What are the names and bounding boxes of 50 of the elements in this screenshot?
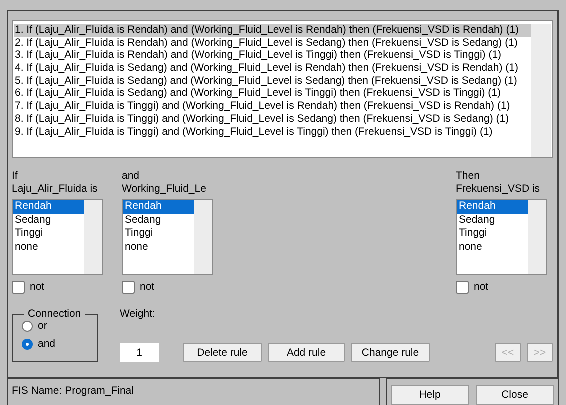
rule-button[interactable]: Add rule <box>268 343 345 362</box>
column-heading: and <box>122 170 141 183</box>
list-item[interactable]: Sedang <box>457 214 528 227</box>
radio-button[interactable] <box>22 321 33 332</box>
weight-label: Weight: <box>120 308 156 321</box>
scrollbar-track[interactable] <box>531 24 551 157</box>
list-item[interactable]: Tinggi <box>123 227 194 240</box>
not-label: not <box>140 281 155 294</box>
list-item[interactable]: Sedang <box>13 214 84 227</box>
footer-button[interactable]: Help <box>391 385 469 405</box>
rule-item[interactable]: 8. If (Laju_Alir_Fluida is Tinggi) and (Working_Fluid_Level is Sedang) then (Frekuensi_VSD is Sedang) (1) <box>14 112 531 126</box>
list-item[interactable]: none <box>13 240 84 254</box>
weight-field[interactable]: 1 <box>120 343 159 362</box>
column-heading: If <box>12 170 19 183</box>
list-item[interactable]: Rendah <box>13 200 84 214</box>
column-heading: Then <box>456 170 481 183</box>
list-item[interactable]: Tinggi <box>13 227 84 240</box>
rule-button[interactable]: Delete rule <box>183 343 262 362</box>
group-title: Connection <box>27 308 82 320</box>
radio-label: and <box>38 338 56 351</box>
list-item[interactable]: none <box>457 240 528 254</box>
footer-button[interactable]: Close <box>476 385 554 405</box>
not-checkbox[interactable] <box>456 281 469 294</box>
not-label: not <box>30 281 45 294</box>
radio-button[interactable] <box>22 339 33 350</box>
list-item[interactable]: Tinggi <box>457 227 528 240</box>
scrollbar-track[interactable] <box>84 200 102 274</box>
list-item[interactable]: none <box>123 240 194 254</box>
variable-label: Working_Fluid_Le <box>122 183 208 196</box>
not-checkbox[interactable] <box>12 281 25 294</box>
rule-item[interactable]: 9. If (Laju_Alir_Fluida is Tinggi) and (Working_Fluid_Level is Tinggi) then (Frekuensi_VSD is Tinggi) (1) <box>14 126 531 138</box>
rule-button[interactable]: Change rule <box>351 343 430 362</box>
rule-item[interactable]: 6. If (Laju_Alir_Fluida is Sedang) and (Working_Fluid_Level is Tinggi) then (Frekuensi_VSD is Tinggi) (1) <box>14 87 531 100</box>
not-checkbox[interactable] <box>122 281 135 294</box>
not-label: not <box>474 281 489 294</box>
list-item[interactable]: Sedang <box>123 214 194 227</box>
scrollbar-track[interactable] <box>528 200 546 274</box>
radio-label: or <box>38 320 48 333</box>
rule-item[interactable]: 5. If (Laju_Alir_Fluida is Sedang) and (Working_Fluid_Level is Sedang) then (Frekuensi_VSD is Sedang) (1) <box>14 74 531 88</box>
variable-label: Laju_Alir_Fluida is <box>12 183 99 196</box>
rule-item[interactable]: 1. If (Laju_Alir_Fluida is Rendah) and (Working_Fluid_Level is Rendah) then (Frekuensi_VSD is Rendah) (1) <box>14 24 531 37</box>
rule-item[interactable]: 2. If (Laju_Alir_Fluida is Rendah) and (Working_Fluid_Level is Sedang) then (Frekuensi_VSD is Sedang) (1) <box>14 36 531 50</box>
rule-item[interactable]: 7. If (Laju_Alir_Fluida is Tinggi) and (Working_Fluid_Level is Rendah) then (Frekuensi_VSD is Rendah) (1) <box>14 100 531 113</box>
scrollbar-track[interactable] <box>194 200 212 274</box>
rule-item[interactable]: 3. If (Laju_Alir_Fluida is Rendah) and (Working_Fluid_Level is Tinggi) then (Frekuensi_VSD is Tinggi) (1) <box>14 49 531 62</box>
list-item[interactable]: Rendah <box>457 200 528 214</box>
fis-name: FIS Name: Program_Final <box>12 385 134 397</box>
variable-label: Frekuensi_VSD is <box>456 183 542 196</box>
list-item[interactable]: Rendah <box>123 200 194 214</box>
rule-item[interactable]: 4. If (Laju_Alir_Fluida is Sedang) and (Working_Fluid_Level is Rendah) then (Frekuensi_VSD is Rendah) (1) <box>14 62 531 75</box>
